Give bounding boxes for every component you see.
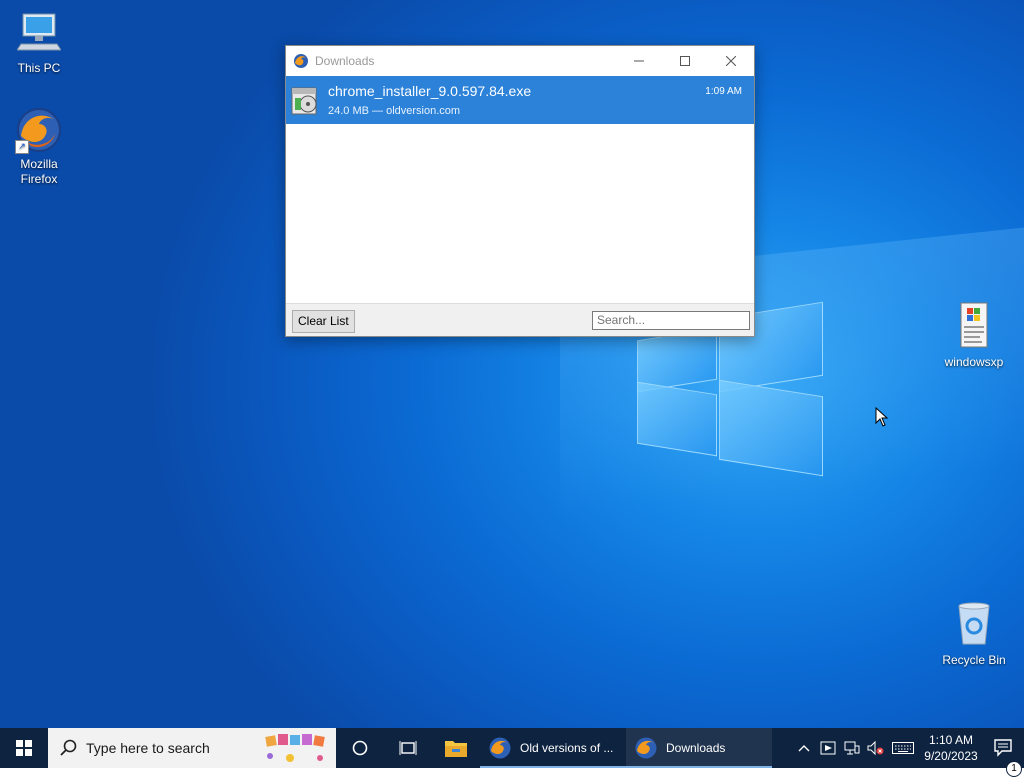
cortana-circle-icon: [352, 740, 368, 756]
start-button[interactable]: [0, 728, 48, 768]
action-center-button[interactable]: 1: [984, 739, 1024, 777]
notification-icon: [994, 739, 1012, 757]
firefox-icon: [489, 737, 511, 759]
desktop-icon-firefox[interactable]: ↗ Mozilla Firefox: [3, 106, 75, 187]
download-time: 1:09 AM: [705, 86, 742, 97]
search-highlight-doodle-icon: [265, 734, 325, 762]
clock-date: 9/20/2023: [924, 749, 978, 763]
task-view-button[interactable]: [384, 728, 432, 768]
taskbar-app-downloads[interactable]: Downloads: [626, 728, 772, 768]
close-icon: [726, 55, 736, 66]
xp-box-icon: [938, 302, 1010, 352]
download-meta: 24.0 MB — oldversion.com: [328, 105, 461, 117]
downloads-search-input[interactable]: [592, 311, 750, 330]
taskbar-clock[interactable]: 1:10 AM 9/20/2023: [918, 732, 984, 764]
download-item[interactable]: chrome_installer_9.0.597.84.exe 24.0 MB …: [286, 76, 754, 124]
minimize-button[interactable]: [616, 46, 662, 75]
file-explorer-button[interactable]: [432, 728, 480, 768]
download-filename: chrome_installer_9.0.597.84.exe: [328, 83, 532, 99]
taskbar-app-label: Old versions of ...: [520, 741, 614, 755]
notification-count-badge: 1: [1006, 761, 1022, 777]
tray-app-button[interactable]: [816, 740, 840, 756]
taskbar-app-firefox-oldversions[interactable]: Old versions of ...: [480, 728, 626, 768]
cortana-button[interactable]: [336, 728, 384, 768]
window-titlebar[interactable]: Downloads: [286, 46, 754, 75]
network-button[interactable]: [840, 740, 864, 756]
firefox-icon: [635, 737, 657, 759]
tray-app-icon: [820, 741, 836, 755]
desktop-icon-label: windowsxp: [944, 355, 1004, 369]
folder-icon: [445, 741, 467, 757]
volume-muted-icon: [867, 740, 884, 756]
desktop-icon-label: This PC: [17, 61, 61, 75]
desktop-icon-recycle-bin[interactable]: Recycle Bin: [938, 602, 1010, 668]
clock-time: 1:10 AM: [928, 733, 974, 747]
firefox-icon: ↗: [15, 106, 63, 154]
desktop-icon-label: Mozilla Firefox: [20, 157, 58, 186]
window-title: Downloads: [315, 53, 375, 68]
maximize-icon: [680, 55, 690, 66]
computer-icon: [3, 10, 75, 58]
close-button[interactable]: [708, 46, 754, 75]
taskbar-search-placeholder: Type here to search: [86, 740, 210, 756]
system-tray: 1:10 AM 9/20/2023 1: [792, 728, 1024, 777]
mouse-cursor-icon: [875, 407, 889, 427]
taskbar-search-box[interactable]: Type here to search: [48, 728, 336, 768]
firefox-icon: [294, 53, 308, 68]
taskbar: Type here to search Old versions of ... …: [0, 728, 1024, 777]
recycle-bin-icon: [938, 602, 1010, 650]
minimize-icon: [634, 60, 644, 61]
keyboard-icon: [892, 742, 914, 754]
volume-button[interactable]: [864, 740, 888, 756]
window-footer: Clear List: [286, 303, 754, 336]
installer-file-icon: [291, 87, 317, 115]
network-icon: [844, 741, 860, 755]
clear-list-button[interactable]: Clear List: [292, 310, 355, 333]
task-view-icon: [399, 741, 417, 755]
show-hidden-icons-button[interactable]: [792, 744, 816, 752]
taskbar-app-label: Downloads: [666, 741, 726, 755]
windows-start-icon: [16, 740, 32, 756]
maximize-button[interactable]: [662, 46, 708, 75]
touch-keyboard-button[interactable]: [888, 741, 918, 755]
desktop-icon-windowsxp[interactable]: windowsxp: [938, 302, 1010, 370]
desktop-icon-this-pc[interactable]: This PC: [3, 10, 75, 76]
chevron-up-icon: [798, 745, 810, 752]
desktop-icon-label: Recycle Bin: [942, 653, 1006, 667]
downloads-window: Downloads chrome_installer_9.0.597.84.ex…: [285, 45, 755, 337]
search-icon: [60, 739, 77, 756]
